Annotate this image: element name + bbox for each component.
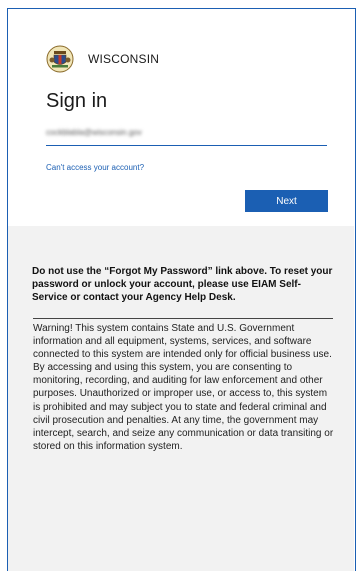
cant-access-account-link[interactable]: Can't access your account? <box>46 163 144 172</box>
email-field[interactable] <box>46 121 327 143</box>
wisconsin-seal-icon <box>46 45 74 73</box>
brand-name: WISCONSIN <box>88 52 160 66</box>
brand-header: WISCONSIN <box>46 44 159 74</box>
password-reset-notice: Do not use the “Forgot My Password” link… <box>32 266 333 303</box>
page-title: Sign in <box>46 90 108 112</box>
next-button[interactable]: Next <box>245 190 328 212</box>
email-field-wrapper <box>46 121 327 146</box>
notice-divider <box>33 318 333 319</box>
security-warning: Warning! This system contains State and … <box>33 323 334 452</box>
